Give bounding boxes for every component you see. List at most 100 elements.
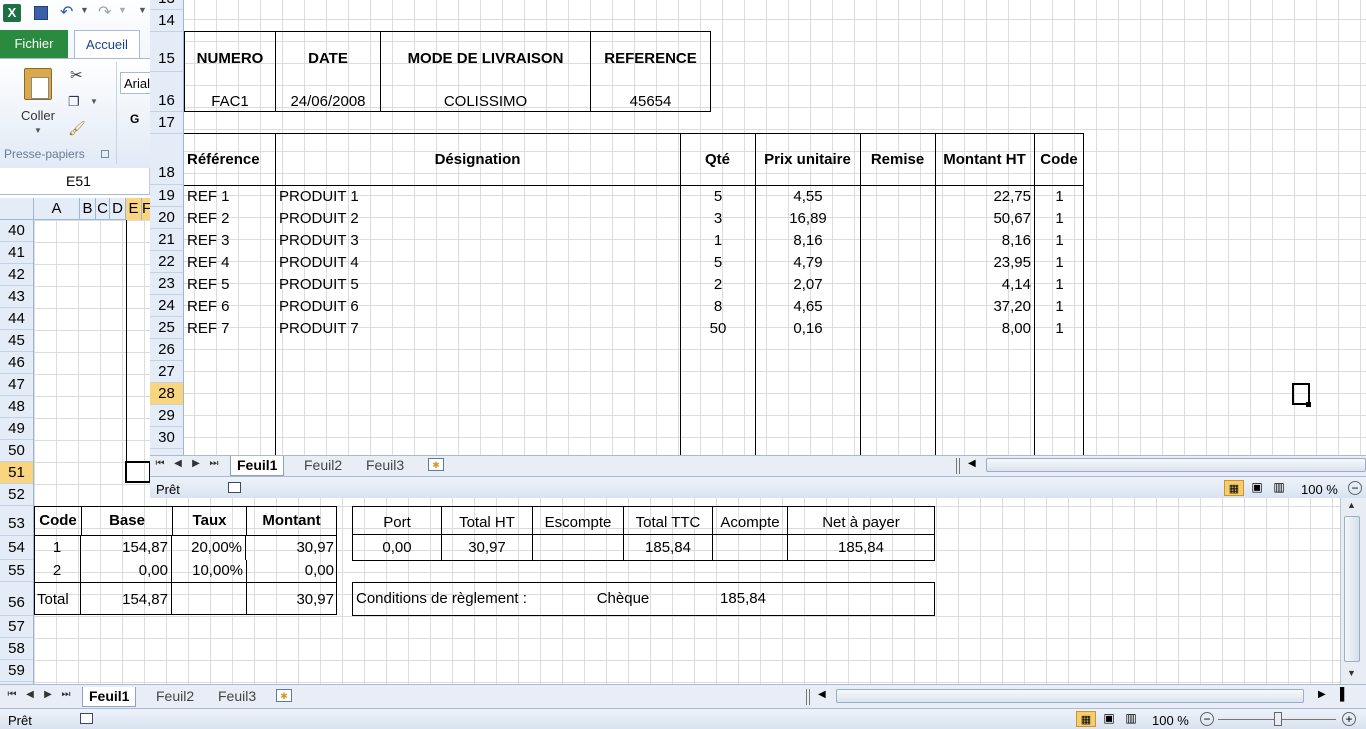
row-header[interactable]: 18: [150, 134, 183, 185]
row-header-selected[interactable]: 51: [0, 462, 33, 484]
paste-button[interactable]: Coller: [14, 108, 62, 123]
row-header[interactable]: 25: [150, 317, 183, 339]
prev-sheet-icon[interactable]: ◀: [24, 689, 36, 703]
back-vertical-scrollbar[interactable]: ▲ ▼: [1340, 498, 1366, 684]
macro-record-icon[interactable]: [80, 713, 93, 724]
zoom-out-icon[interactable]: −: [1200, 712, 1214, 726]
horizontal-scroll-thumb[interactable]: [986, 458, 1366, 472]
format-painter-icon[interactable]: 🖌: [68, 120, 86, 137]
tab-feuil1[interactable]: Feuil1: [82, 687, 137, 707]
tab-feuil2[interactable]: Feuil2: [298, 456, 348, 475]
cut-icon[interactable]: ✂: [70, 66, 83, 84]
row-header[interactable]: 30: [150, 427, 183, 449]
tab-feuil3[interactable]: Feuil3: [360, 456, 410, 475]
row-header[interactable]: 22: [150, 251, 183, 273]
page-break-view-icon[interactable]: ▥: [1122, 711, 1140, 727]
bold-button[interactable]: G: [130, 112, 139, 126]
row-header[interactable]: 40: [0, 220, 33, 242]
next-sheet-icon[interactable]: ▶: [190, 458, 202, 472]
row-header[interactable]: 58: [0, 638, 33, 660]
row-header[interactable]: 41: [0, 242, 33, 264]
page-layout-view-icon[interactable]: ▣: [1100, 711, 1118, 727]
tab-feuil2[interactable]: Feuil2: [150, 687, 200, 706]
page-break-view-icon[interactable]: ▥: [1270, 480, 1288, 496]
tab-feuil1[interactable]: Feuil1: [230, 456, 285, 476]
row-header[interactable]: 13: [150, 0, 183, 10]
column-header-d[interactable]: D: [110, 198, 126, 220]
zoom-slider-thumb[interactable]: [1274, 712, 1282, 726]
row-header[interactable]: 45: [0, 330, 33, 352]
clipboard-launcher-icon[interactable]: [101, 150, 109, 158]
row-header-selected[interactable]: 28: [150, 383, 183, 405]
row-header[interactable]: 17: [150, 112, 183, 134]
column-header-f[interactable]: F: [142, 198, 150, 220]
row-header[interactable]: 43: [0, 286, 33, 308]
tab-split-handle[interactable]: [956, 458, 960, 474]
zoom-level[interactable]: 100 %: [1301, 482, 1338, 497]
row-header[interactable]: 26: [150, 339, 183, 361]
row-header[interactable]: 27: [150, 361, 183, 383]
zoom-in-icon[interactable]: +: [1342, 712, 1356, 726]
zoom-level[interactable]: 100 %: [1152, 713, 1189, 728]
macro-record-icon[interactable]: [228, 482, 241, 493]
hscroll-right-icon[interactable]: ▶: [1318, 689, 1326, 700]
row-header[interactable]: 23: [150, 273, 183, 295]
row-header[interactable]: 54: [0, 536, 33, 560]
row-header[interactable]: 19: [150, 185, 183, 207]
normal-view-icon[interactable]: ▦: [1224, 480, 1244, 496]
column-header-e[interactable]: E: [126, 198, 142, 220]
scroll-up-icon[interactable]: ▲: [1347, 500, 1356, 510]
customize-qat-icon[interactable]: ▼: [138, 5, 147, 15]
column-header-b[interactable]: B: [80, 198, 96, 220]
row-header[interactable]: 50: [0, 440, 33, 462]
hscroll-end-icon[interactable]: ▌: [1340, 687, 1349, 701]
page-layout-view-icon[interactable]: ▣: [1248, 480, 1266, 496]
row-header[interactable]: 55: [0, 560, 33, 582]
row-header[interactable]: 53: [0, 506, 33, 536]
row-header[interactable]: 59: [0, 660, 33, 682]
row-header[interactable]: 56: [0, 582, 33, 616]
select-all-corner[interactable]: [0, 198, 34, 220]
font-name-select[interactable]: Arial: [120, 72, 150, 94]
row-header[interactable]: 52: [0, 484, 33, 506]
paste-icon[interactable]: [24, 68, 52, 100]
column-header-a[interactable]: A: [34, 198, 80, 220]
redo-dropdown-icon[interactable]: ▼: [118, 5, 127, 15]
first-sheet-icon[interactable]: ⏮: [6, 689, 18, 703]
row-header[interactable]: 48: [0, 396, 33, 418]
paste-dropdown-icon[interactable]: ▼: [34, 126, 42, 135]
next-sheet-icon[interactable]: ▶: [42, 689, 54, 703]
row-header[interactable]: 47: [0, 374, 33, 396]
copy-icon[interactable]: ❐: [68, 94, 80, 110]
undo-dropdown-icon[interactable]: ▼: [80, 5, 89, 15]
fill-handle[interactable]: [1306, 402, 1311, 407]
hscroll-left-icon[interactable]: ◀: [818, 689, 826, 700]
undo-icon[interactable]: ↶: [60, 2, 73, 22]
row-header[interactable]: 46: [0, 352, 33, 374]
last-sheet-icon[interactable]: ⏭: [208, 458, 220, 472]
hscroll-left-icon[interactable]: ◀: [968, 458, 976, 469]
tab-home[interactable]: Accueil: [74, 30, 140, 59]
tab-split-handle[interactable]: [806, 689, 810, 705]
prev-sheet-icon[interactable]: ◀: [172, 458, 184, 472]
zoom-out-icon[interactable]: −: [1348, 481, 1362, 495]
active-cell[interactable]: [125, 461, 151, 483]
name-box[interactable]: E51: [0, 168, 150, 195]
insert-sheet-icon[interactable]: ✱: [276, 689, 292, 702]
insert-sheet-icon[interactable]: ✱: [428, 458, 444, 471]
row-header[interactable]: 14: [150, 10, 183, 32]
last-sheet-icon[interactable]: ⏭: [60, 689, 72, 703]
row-header[interactable]: 49: [0, 418, 33, 440]
save-icon[interactable]: [34, 6, 48, 20]
copy-dropdown-icon[interactable]: ▼: [90, 97, 98, 106]
row-header[interactable]: 20: [150, 207, 183, 229]
row-header[interactable]: 42: [0, 264, 33, 286]
row-header[interactable]: 15: [150, 32, 183, 72]
tab-file[interactable]: Fichier: [0, 30, 68, 58]
scroll-down-icon[interactable]: ▼: [1347, 668, 1356, 678]
row-header[interactable]: 57: [0, 616, 33, 638]
row-header[interactable]: 16: [150, 72, 183, 112]
row-header[interactable]: 21: [150, 229, 183, 251]
row-header[interactable]: 29: [150, 405, 183, 427]
row-header[interactable]: 44: [0, 308, 33, 330]
